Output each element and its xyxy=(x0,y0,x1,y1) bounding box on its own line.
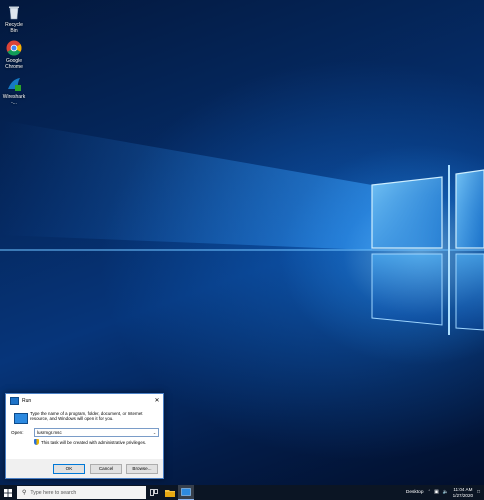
wireshark-icon xyxy=(6,76,22,92)
task-view-icon xyxy=(150,489,158,496)
taskbar: ⚲ Type here to search Desktop ˆ ▣ 🔈 11:0… xyxy=(0,485,484,500)
run-dialog: Run ✕ Type the name of a program, folder… xyxy=(5,393,164,479)
search-placeholder: Type here to search xyxy=(30,489,77,496)
run-description: Type the name of a program, folder, docu… xyxy=(30,411,143,422)
desktop-icon-wireshark[interactable]: Wireshark -... xyxy=(1,76,27,106)
run-dialog-titlebar[interactable]: Run ✕ xyxy=(6,394,163,407)
close-icon[interactable]: ✕ xyxy=(151,397,163,404)
ok-button[interactable]: OK xyxy=(53,464,85,474)
windows-logo-icon xyxy=(4,488,12,497)
notifications-icon[interactable]: □ xyxy=(477,490,480,495)
search-icon: ⚲ xyxy=(22,490,27,496)
search-box[interactable]: ⚲ Type here to search xyxy=(17,486,146,499)
desktop-icon-recycle-bin[interactable]: Recycle Bin xyxy=(1,4,27,34)
run-dialog-body: Type the name of a program, folder, docu… xyxy=(6,407,163,457)
desktop-icon-label: Wireshark -... xyxy=(2,94,26,106)
admin-note-text: This task will be created with administr… xyxy=(41,439,147,445)
clock-date: 1/27/2020 xyxy=(452,492,474,498)
clock[interactable]: 11:04 AM 1/27/2020 xyxy=(453,487,473,498)
admin-note: This task will be created with administr… xyxy=(34,439,146,445)
run-icon xyxy=(181,488,191,496)
cancel-button[interactable]: Cancel xyxy=(90,464,122,474)
desktop-toolbar-label[interactable]: Desktop xyxy=(406,490,424,495)
open-label: Open: xyxy=(11,430,24,435)
desktop-icon-label: Recycle Bin xyxy=(5,22,23,34)
chevron-down-icon[interactable]: ⌄ xyxy=(151,430,158,435)
system-tray: Desktop ˆ ▣ 🔈 11:04 AM 1/27/2020 □ xyxy=(406,485,484,500)
clock-time: 11:04 AM xyxy=(453,487,473,492)
recycle-bin-icon xyxy=(6,4,22,20)
open-input[interactable]: lusrmgr.msc xyxy=(35,430,151,435)
shield-icon xyxy=(34,439,39,445)
start-button[interactable] xyxy=(0,485,16,500)
run-icon xyxy=(14,413,28,424)
run-dialog-title: Run xyxy=(22,397,32,404)
chrome-icon xyxy=(6,40,22,56)
folder-icon xyxy=(165,489,175,497)
volume-icon[interactable]: 🔈 xyxy=(443,490,449,495)
open-combobox[interactable]: lusrmgr.msc ⌄ xyxy=(34,428,159,437)
task-view-button[interactable] xyxy=(146,485,162,500)
taskbar-file-explorer[interactable] xyxy=(162,485,178,500)
run-app-icon xyxy=(10,396,19,405)
desktop-icon-label: Google Chrome xyxy=(5,58,23,70)
desktop-icon-chrome[interactable]: Google Chrome xyxy=(1,40,27,70)
desktop: Recycle Bin Google Chrome Wireshark -...… xyxy=(0,0,484,485)
run-dialog-footer: OK Cancel Browse... xyxy=(6,459,163,478)
chevron-up-icon[interactable]: ˆ xyxy=(429,490,431,495)
network-icon[interactable]: ▣ xyxy=(434,490,439,495)
browse-button[interactable]: Browse... xyxy=(126,464,158,474)
taskbar-run[interactable] xyxy=(178,485,194,500)
